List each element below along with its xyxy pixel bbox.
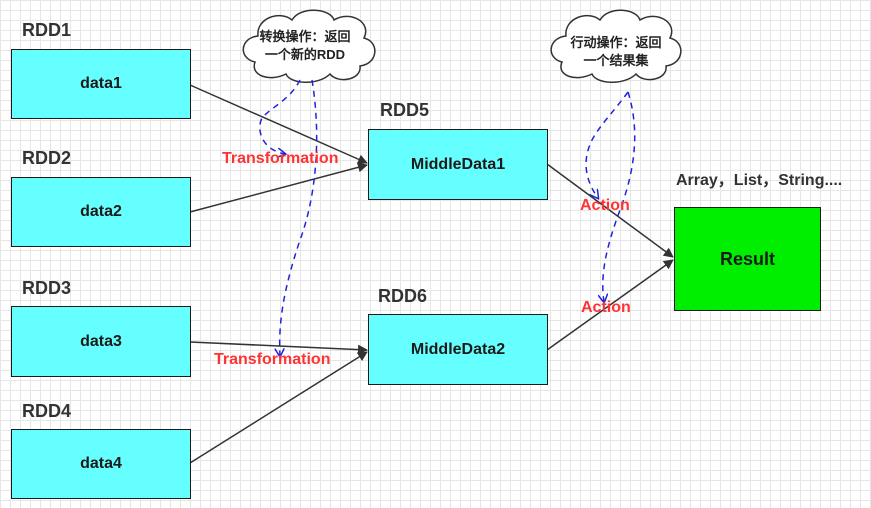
cloud-action-line1: 行动操作：返回 bbox=[570, 35, 662, 50]
edge-data3-middle2 bbox=[189, 341, 368, 355]
data1-box[interactable]: data1 bbox=[11, 49, 191, 119]
dashed-action-arrow-1 bbox=[585, 91, 629, 198]
rdd1-label: RDD1 bbox=[22, 20, 72, 40]
rdd6-label: RDD6 bbox=[378, 286, 428, 306]
data4-box[interactable]: data4 bbox=[11, 429, 191, 499]
middledata1-box[interactable]: MiddleData1 bbox=[368, 129, 548, 200]
edge-data2-middle1 bbox=[189, 162, 368, 213]
data2-box[interactable]: data2 bbox=[11, 177, 191, 247]
dashed-transform-arrow-1 bbox=[259, 79, 301, 154]
data3-box[interactable]: data3 bbox=[11, 306, 191, 377]
cloud-transform-line2: 一个新的RDD bbox=[264, 47, 346, 62]
transformation-label-1: Transformation bbox=[222, 150, 339, 167]
cloud-action-line2: 一个结果集 bbox=[583, 53, 649, 68]
cloud-action-text: 行动操作：返回 一个结果集 bbox=[560, 34, 672, 70]
action-label-1: Action bbox=[580, 197, 630, 214]
dashed-transform-arrow-2 bbox=[280, 79, 318, 356]
result-types-label: Array，List，String.... bbox=[676, 172, 843, 189]
cloud-transform-text: 转换操作：返回 一个新的RDD bbox=[250, 28, 360, 64]
middledata2-box[interactable]: MiddleData2 bbox=[368, 314, 548, 385]
result-box[interactable]: Result bbox=[674, 207, 821, 311]
action-label-2: Action bbox=[581, 299, 631, 316]
rdd4-label: RDD4 bbox=[22, 401, 72, 421]
rdd2-label: RDD2 bbox=[22, 148, 72, 168]
rdd3-label: RDD3 bbox=[22, 278, 72, 298]
rdd5-label: RDD5 bbox=[380, 100, 430, 120]
cloud-transform-line1: 转换操作：返回 bbox=[259, 29, 351, 44]
transformation-label-2: Transformation bbox=[214, 351, 331, 368]
